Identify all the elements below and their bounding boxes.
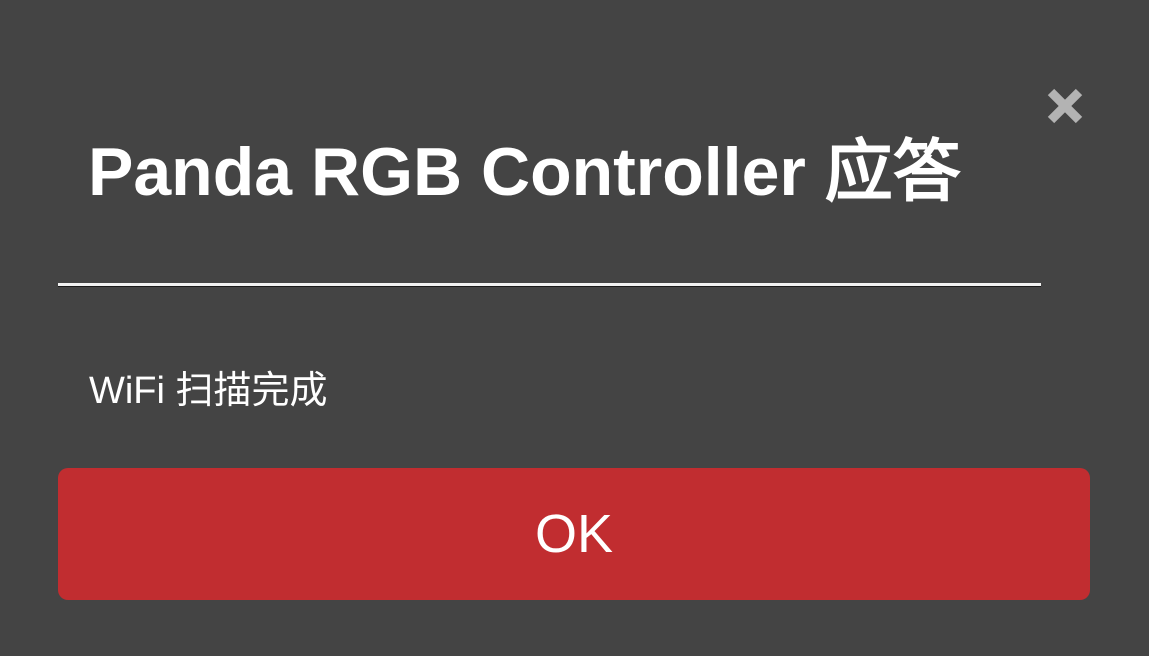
close-button[interactable] — [1043, 84, 1087, 128]
dialog-title: Panda RGB Controller 应答 — [88, 134, 961, 210]
dialog-message: WiFi 扫描完成 — [89, 370, 328, 412]
title-divider — [58, 283, 1041, 287]
ok-button[interactable]: OK — [58, 468, 1090, 600]
response-dialog: Panda RGB Controller 应答 WiFi 扫描完成 OK — [0, 0, 1149, 656]
ok-button-label: OK — [534, 504, 614, 564]
close-icon — [1047, 88, 1083, 124]
